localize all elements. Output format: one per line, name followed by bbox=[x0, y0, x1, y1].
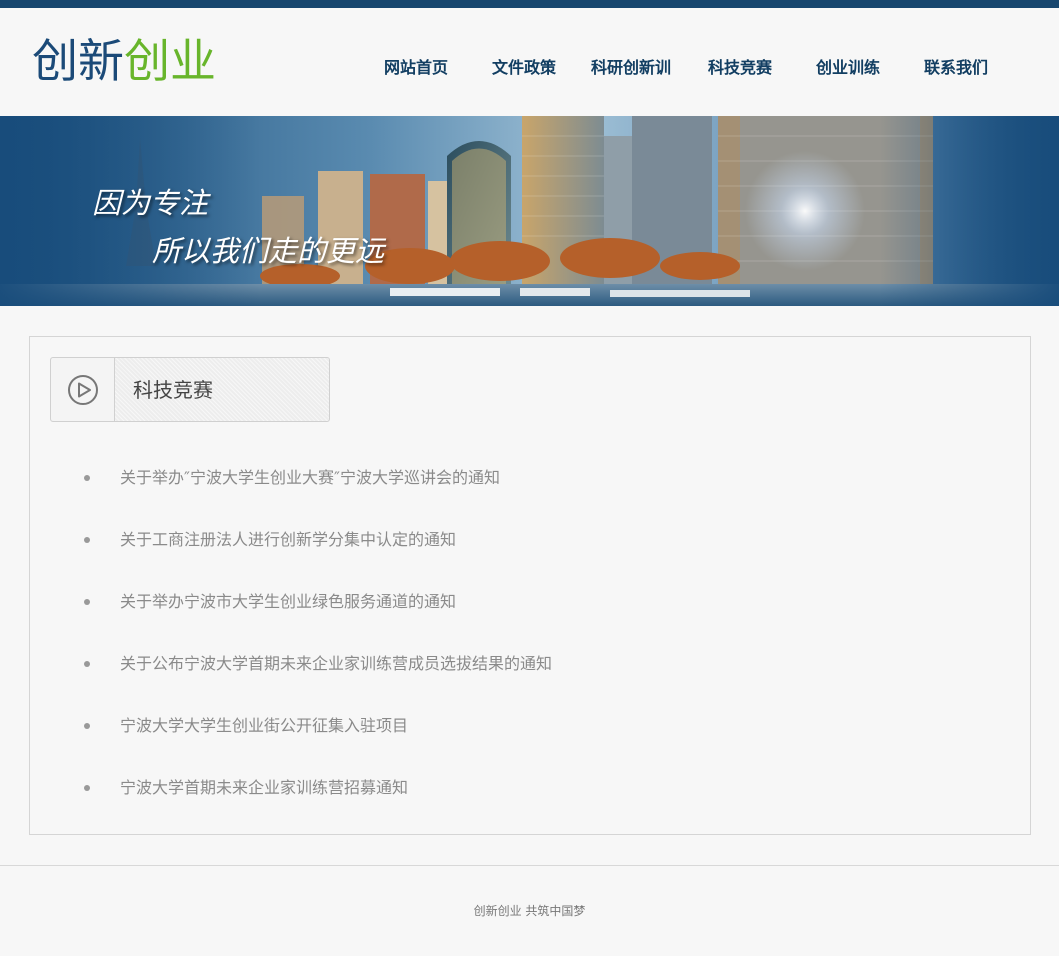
banner-slogan-line1: 因为专注 bbox=[92, 186, 209, 220]
section-icon-cell bbox=[51, 358, 115, 421]
logo-text-part2: 创业 bbox=[124, 34, 216, 88]
top-accent-bar bbox=[0, 0, 1059, 8]
site-footer: 创新创业 共筑中国梦 bbox=[0, 865, 1059, 956]
bullet-icon bbox=[84, 661, 90, 667]
site-logo[interactable]: 创新创业 bbox=[32, 30, 216, 92]
bullet-icon bbox=[84, 537, 90, 543]
news-link[interactable]: 宁波大学大学生创业街公开征集入驻项目 bbox=[120, 712, 408, 740]
bullet-icon bbox=[84, 599, 90, 605]
list-item: 宁波大学首期未来企业家训练营招募通知 bbox=[30, 774, 730, 804]
nav-item-home[interactable]: 网站首页 bbox=[384, 55, 448, 81]
list-item: 关于工商注册法人进行创新学分集中认定的通知 bbox=[30, 526, 730, 556]
news-link[interactable]: 关于举办″宁波大学生创业大赛″宁波大学巡讲会的通知 bbox=[120, 464, 500, 492]
section-title: 科技竞赛 bbox=[133, 378, 213, 402]
hero-banner: 因为专注 所以我们走的更远 bbox=[0, 116, 1059, 306]
bullet-icon bbox=[84, 785, 90, 791]
nav-item-policy[interactable]: 文件政策 bbox=[492, 55, 556, 81]
site-header: 创新创业 网站首页 文件政策 科研创新训 科技竞赛 创业训练 联系我们 bbox=[0, 8, 1059, 116]
content-panel: 科技竞赛 关于举办″宁波大学生创业大赛″宁波大学巡讲会的通知 关于工商注册法人进… bbox=[29, 336, 1031, 835]
list-item: 关于举办″宁波大学生创业大赛″宁波大学巡讲会的通知 bbox=[30, 464, 730, 494]
section-header-tab[interactable]: 科技竞赛 bbox=[50, 357, 330, 422]
footer-text: 创新创业 共筑中国梦 bbox=[473, 904, 586, 918]
news-link[interactable]: 关于公布宁波大学首期未来企业家训练营成员选拔结果的通知 bbox=[120, 650, 552, 678]
bullet-icon bbox=[84, 475, 90, 481]
list-item: 关于公布宁波大学首期未来企业家训练营成员选拔结果的通知 bbox=[30, 650, 730, 680]
list-item: 关于举办宁波市大学生创业绿色服务通道的通知 bbox=[30, 588, 730, 618]
nav-item-competition[interactable]: 科技竞赛 bbox=[708, 55, 772, 81]
news-link[interactable]: 宁波大学首期未来企业家训练营招募通知 bbox=[120, 774, 408, 802]
news-link[interactable]: 关于工商注册法人进行创新学分集中认定的通知 bbox=[120, 526, 456, 554]
nav-item-startup-training[interactable]: 创业训练 bbox=[816, 55, 880, 81]
bullet-icon bbox=[84, 723, 90, 729]
nav-item-contact[interactable]: 联系我们 bbox=[924, 55, 988, 81]
list-item: 宁波大学大学生创业街公开征集入驻项目 bbox=[30, 712, 730, 742]
banner-slogan-line2: 所以我们走的更远 bbox=[152, 234, 385, 268]
logo-text-part1: 创新 bbox=[32, 34, 124, 88]
nav-item-research-training[interactable]: 科研创新训 bbox=[591, 55, 671, 81]
news-link[interactable]: 关于举办宁波市大学生创业绿色服务通道的通知 bbox=[120, 588, 456, 616]
